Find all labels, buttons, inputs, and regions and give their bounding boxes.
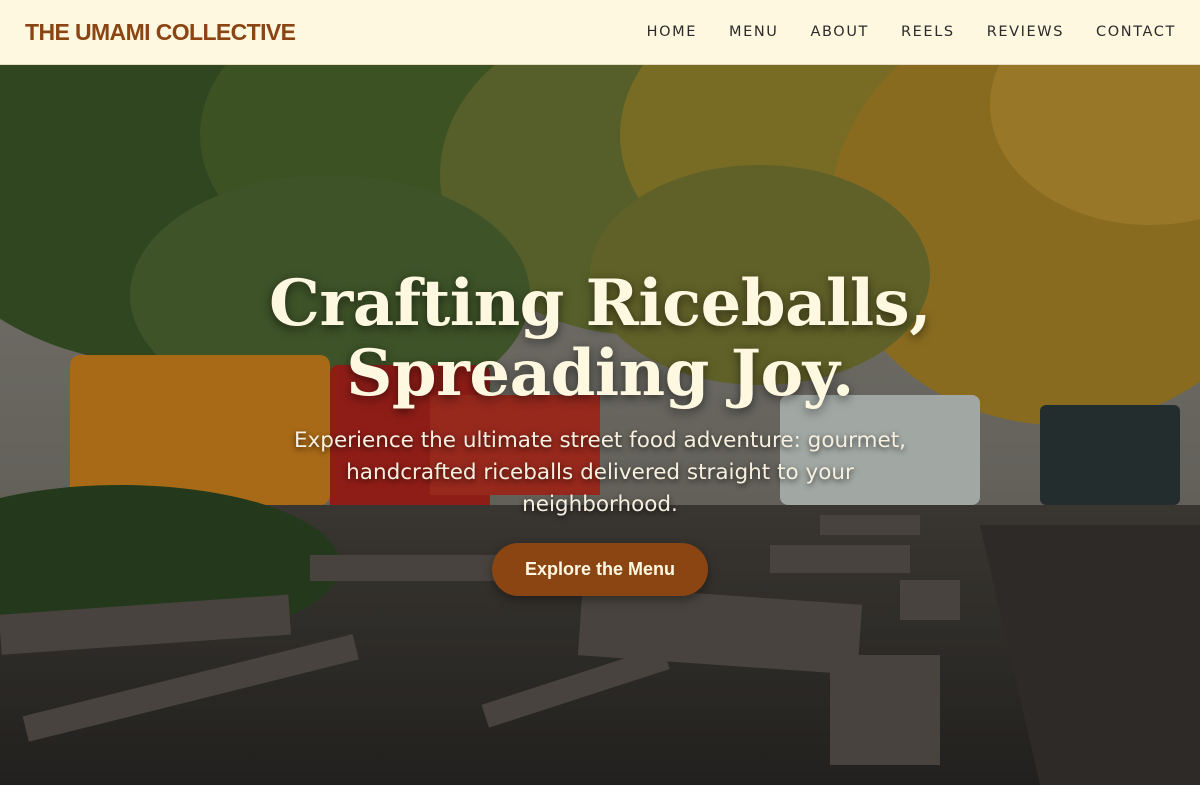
hero-section: Crafting Riceballs, Spreading Joy. Exper…: [0, 65, 1200, 785]
brand-logo[interactable]: THE UMAMI COLLECTIVE: [25, 19, 296, 46]
page-bottom-strip: [0, 785, 1200, 800]
nav-reviews[interactable]: REVIEWS: [987, 24, 1064, 40]
nav-menu[interactable]: MENU: [729, 24, 779, 40]
hero-title: Crafting Riceballs, Spreading Joy.: [269, 269, 931, 409]
hero-title-line-1: Crafting Riceballs,: [269, 266, 931, 341]
nav-about[interactable]: ABOUT: [811, 24, 870, 40]
site-header: THE UMAMI COLLECTIVE HOME MENU ABOUT REE…: [0, 0, 1200, 65]
hero-title-line-2: Spreading Joy.: [346, 336, 854, 411]
nav-home[interactable]: HOME: [647, 24, 697, 40]
hero-content: Crafting Riceballs, Spreading Joy. Exper…: [0, 65, 1200, 785]
hero-subtitle: Experience the ultimate street food adve…: [294, 428, 906, 517]
nav-contact[interactable]: CONTACT: [1096, 24, 1176, 40]
nav-reels[interactable]: REELS: [901, 24, 955, 40]
main-nav: HOME MENU ABOUT REELS REVIEWS CONTACT: [615, 24, 1176, 40]
explore-menu-button[interactable]: Explore the Menu: [492, 543, 708, 596]
